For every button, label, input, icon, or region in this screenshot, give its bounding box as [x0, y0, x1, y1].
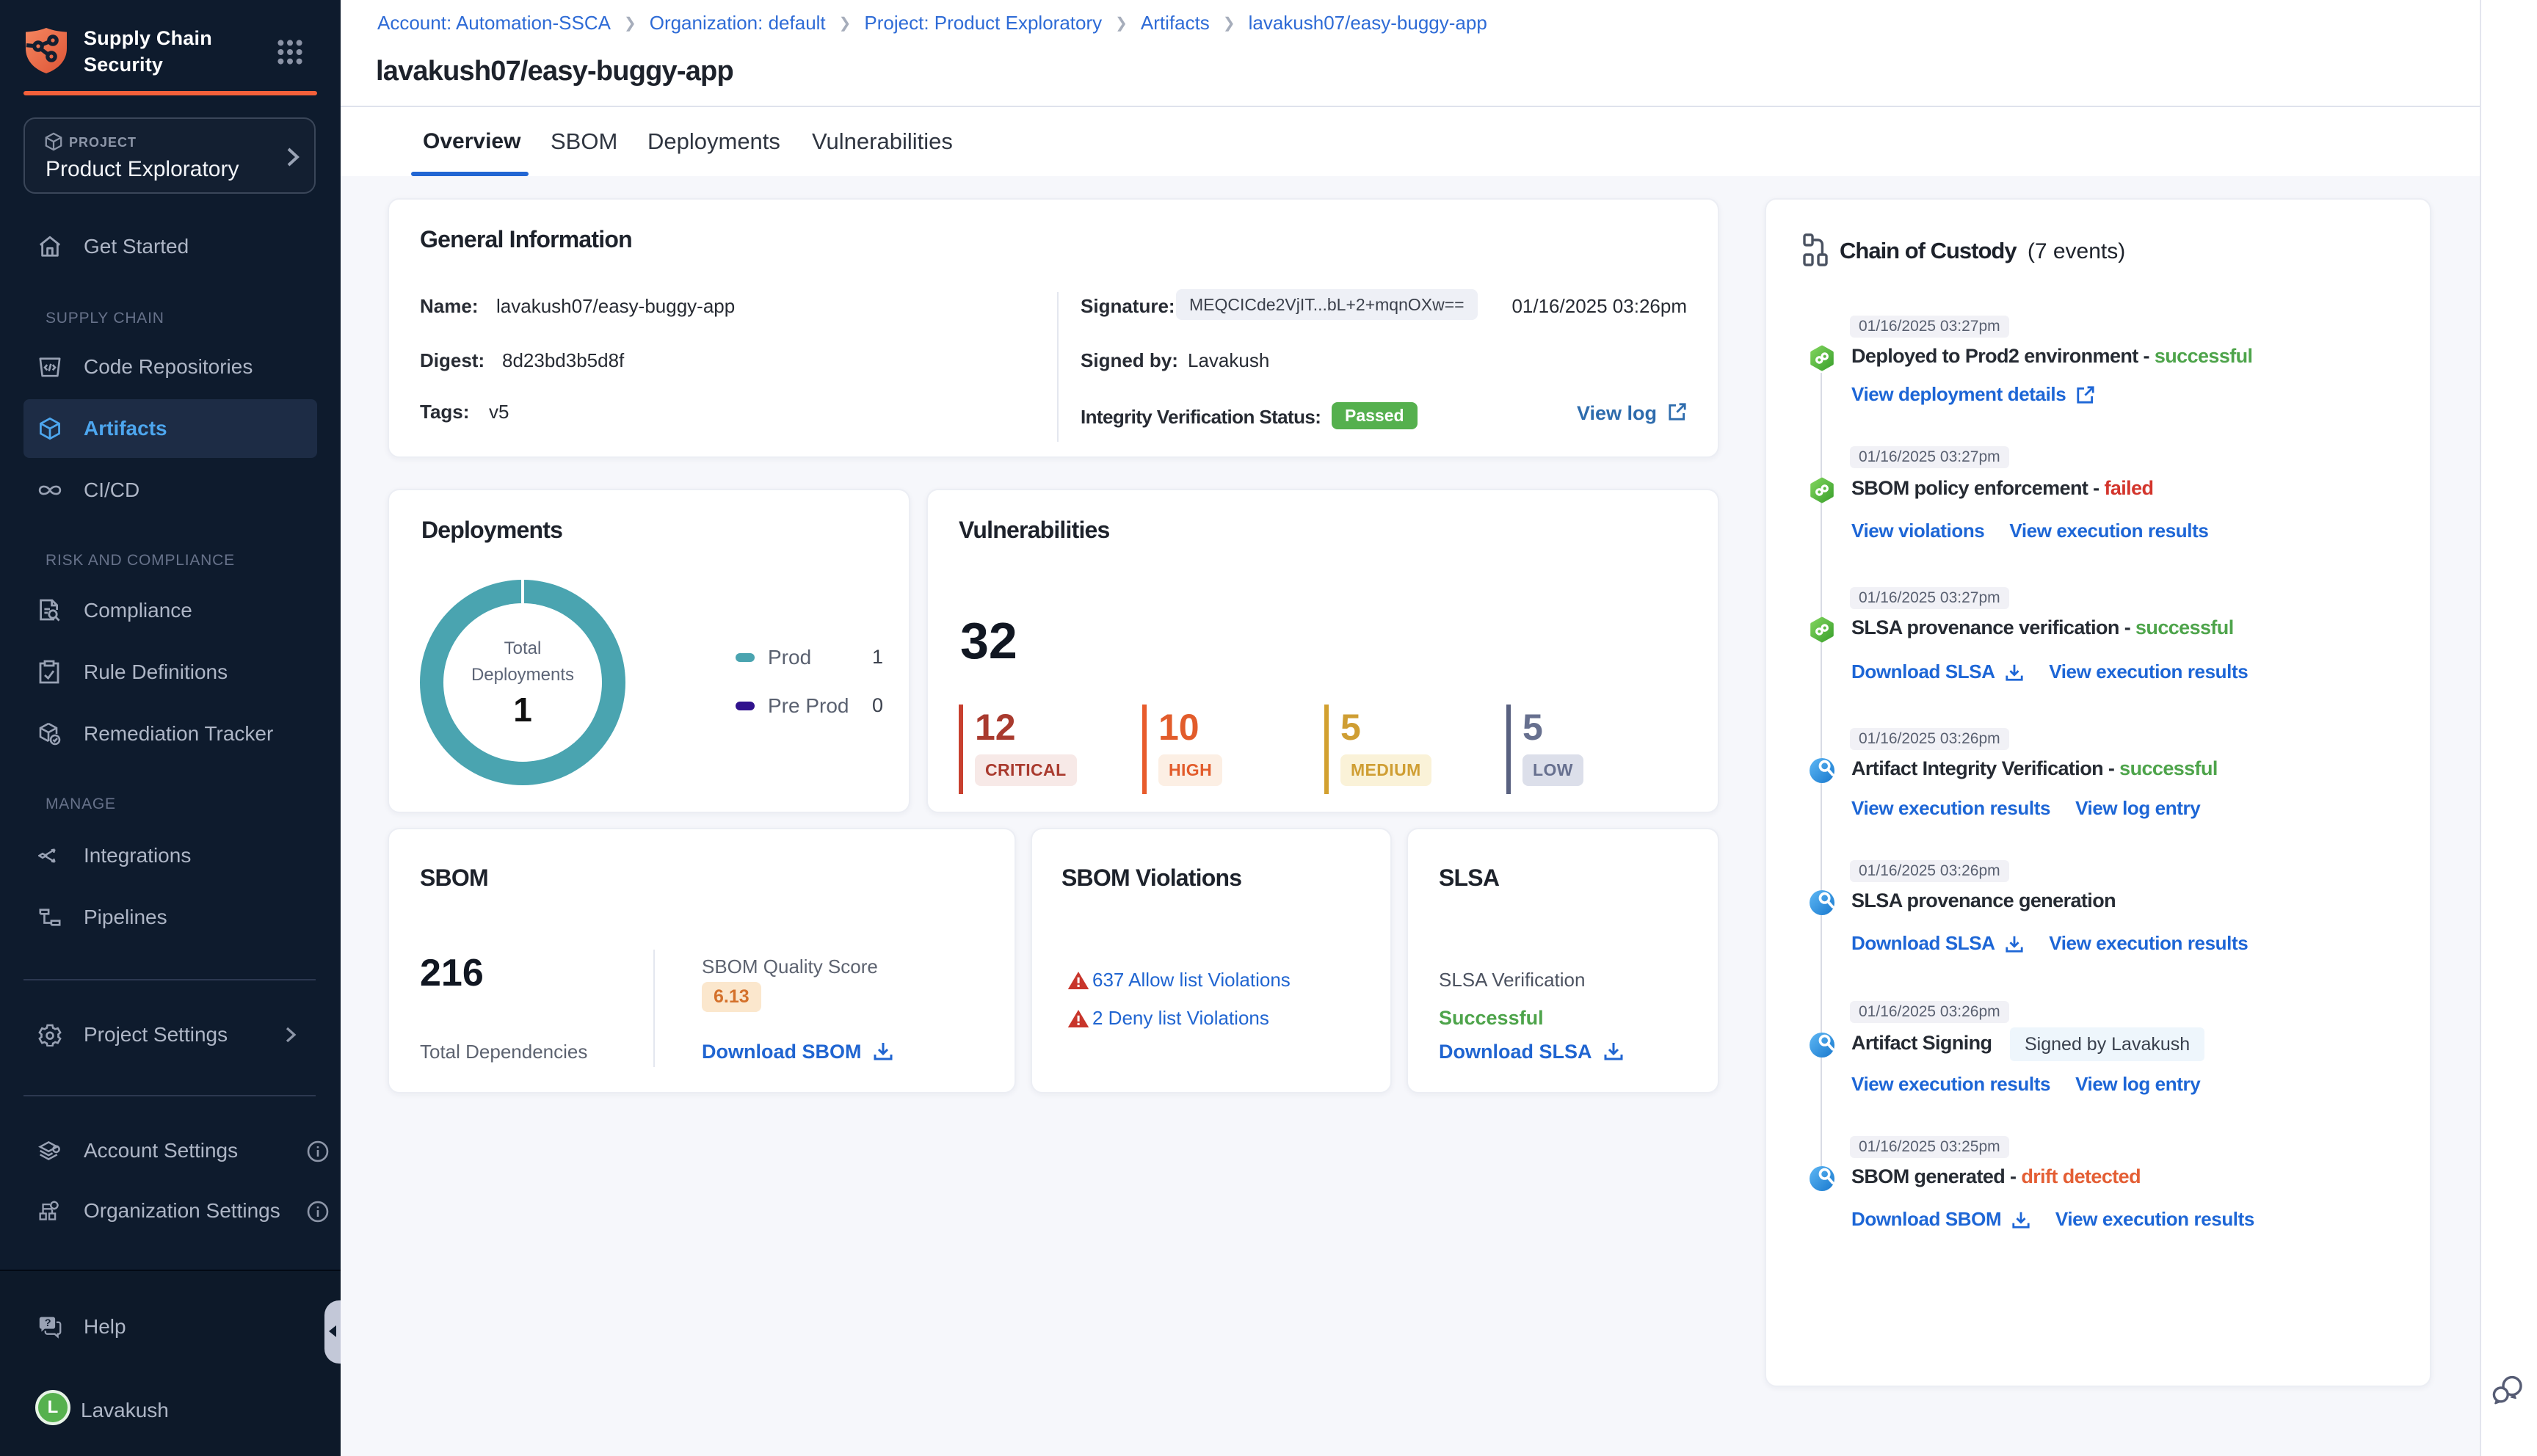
svg-text:?: ?	[45, 1317, 51, 1329]
